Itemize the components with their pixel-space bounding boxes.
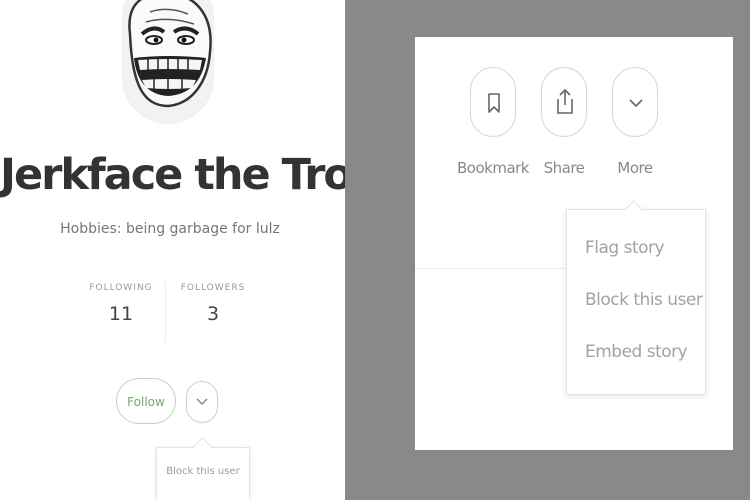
bookmark-icon bbox=[488, 93, 500, 113]
troll-face-avatar bbox=[122, 0, 214, 124]
bookmark-button[interactable] bbox=[470, 67, 516, 137]
chevron-down-icon bbox=[629, 99, 643, 108]
followers-count: 3 bbox=[206, 303, 220, 325]
following-stat[interactable]: FOLLOWING 11 bbox=[76, 283, 166, 325]
following-label: FOLLOWING bbox=[89, 283, 153, 293]
avatar bbox=[122, 0, 214, 124]
chevron-down-icon bbox=[196, 398, 208, 406]
profile-more-button[interactable] bbox=[186, 381, 218, 423]
story-actions-panel: Bookmark Share More Flag story Block thi… bbox=[345, 0, 750, 500]
embed-story-menu-item[interactable]: Embed story bbox=[585, 342, 705, 362]
following-count: 11 bbox=[108, 303, 134, 325]
more-dropdown-menu: Flag story Block this user Embed story bbox=[566, 209, 706, 395]
follow-button[interactable]: Follow bbox=[116, 378, 176, 424]
share-label[interactable]: Share bbox=[524, 159, 604, 177]
more-label[interactable]: More bbox=[595, 159, 675, 177]
screenshot-composite: Jerkface the Troll Hobbies: being garbag… bbox=[0, 0, 750, 500]
block-user-menu-item[interactable]: Block this user bbox=[585, 290, 705, 310]
bookmark-label[interactable]: Bookmark bbox=[453, 159, 533, 177]
followers-label: FOLLOWERS bbox=[180, 283, 246, 293]
block-user-menu-item[interactable]: Block this user bbox=[157, 466, 249, 477]
flag-story-menu-item[interactable]: Flag story bbox=[585, 238, 705, 258]
more-button[interactable] bbox=[612, 67, 658, 137]
divider bbox=[415, 268, 565, 269]
followers-stat[interactable]: FOLLOWERS 3 bbox=[168, 283, 258, 325]
share-button[interactable] bbox=[541, 67, 587, 137]
story-card: Bookmark Share More Flag story Block thi… bbox=[415, 37, 733, 450]
share-icon bbox=[557, 88, 573, 114]
profile-bio: Hobbies: being garbage for lulz bbox=[60, 221, 280, 237]
profile-name: Jerkface the Troll bbox=[0, 150, 345, 200]
profile-panel: Jerkface the Troll Hobbies: being garbag… bbox=[0, 0, 345, 500]
stat-divider bbox=[165, 282, 166, 342]
